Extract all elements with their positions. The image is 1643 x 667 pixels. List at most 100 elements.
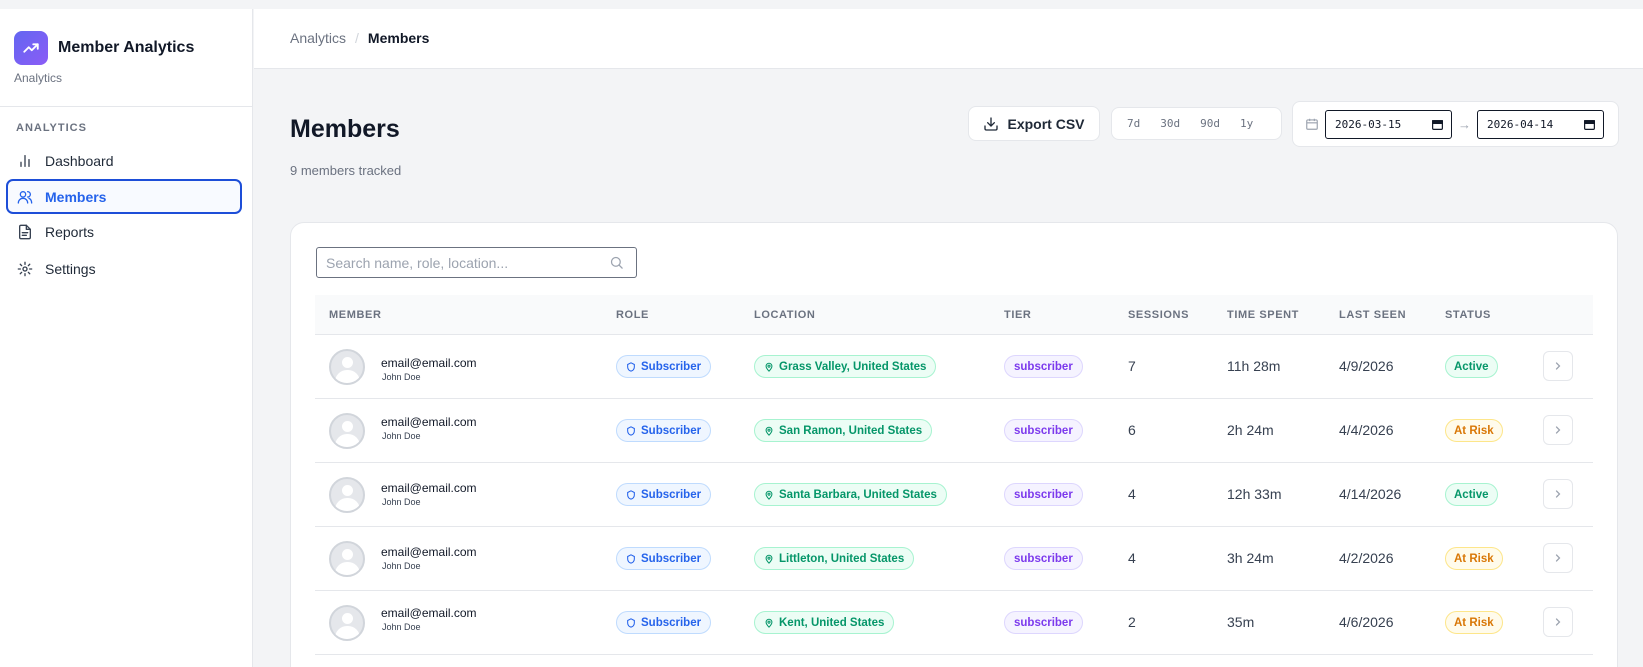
sessions-value: 2 bbox=[1128, 614, 1136, 630]
date-to-value: 2026-04-14 bbox=[1487, 118, 1554, 131]
location-label: Grass Valley, United States bbox=[779, 360, 927, 373]
location-badge: Kent, United States bbox=[754, 611, 895, 634]
column-header[interactable]: MEMBER bbox=[329, 309, 382, 321]
status-badge: At Risk bbox=[1445, 419, 1503, 442]
search-placeholder: Search name, role, location... bbox=[326, 254, 509, 271]
table-row[interactable]: email@email.com John Doe Subscriber San … bbox=[315, 399, 1593, 463]
sidebar-item-settings[interactable]: Settings bbox=[6, 251, 242, 286]
date-from-input[interactable]: 2026-03-15 bbox=[1325, 110, 1452, 139]
last-seen-value: 4/2/2026 bbox=[1339, 550, 1394, 566]
app-subtitle: Analytics bbox=[14, 71, 63, 85]
column-header[interactable]: LAST SEEN bbox=[1339, 309, 1406, 321]
calendar-icon[interactable] bbox=[1431, 118, 1444, 131]
document-icon bbox=[17, 224, 33, 240]
location-label: Santa Barbara, United States bbox=[779, 488, 937, 501]
export-csv-label: Export CSV bbox=[1007, 115, 1085, 132]
shield-icon bbox=[626, 489, 636, 500]
app-name: Member Analytics bbox=[58, 39, 195, 56]
status-badge: Active bbox=[1445, 483, 1498, 506]
date-range-picker: 2026-03-15 → 2026-04-14 bbox=[1292, 101, 1619, 147]
sessions-value: 6 bbox=[1128, 422, 1136, 438]
chevron-right-icon bbox=[1555, 426, 1561, 434]
table-row[interactable]: email@email.com John Doe Subscriber Gras… bbox=[315, 335, 1593, 399]
map-pin-icon bbox=[764, 426, 774, 436]
map-pin-icon bbox=[764, 490, 774, 500]
sidebar-item-members[interactable]: Members bbox=[6, 179, 242, 214]
page-title: Members bbox=[290, 115, 400, 143]
sidebar: Member Analytics Analytics ANALYTICS Das… bbox=[0, 9, 253, 667]
location-label: Littleton, United States bbox=[779, 552, 905, 565]
calendar-icon bbox=[1305, 117, 1319, 131]
range-1y-button[interactable]: 1y bbox=[1233, 117, 1260, 130]
sessions-value: 7 bbox=[1128, 358, 1136, 374]
last-seen-value: 4/9/2026 bbox=[1339, 358, 1394, 374]
avatar bbox=[329, 605, 365, 641]
member-email: email@email.com bbox=[381, 606, 477, 620]
row-details-button[interactable] bbox=[1543, 415, 1573, 445]
search-input[interactable]: Search name, role, location... bbox=[316, 247, 637, 278]
breadcrumb-parent[interactable]: Analytics bbox=[290, 30, 346, 46]
location-label: San Ramon, United States bbox=[779, 424, 923, 437]
date-to-input[interactable]: 2026-04-14 bbox=[1477, 110, 1604, 139]
time-spent-value: 3h 24m bbox=[1227, 550, 1274, 566]
date-from-value: 2026-03-15 bbox=[1335, 118, 1402, 131]
range-30d-button[interactable]: 30d bbox=[1153, 117, 1187, 130]
status-badge: Active bbox=[1445, 355, 1498, 378]
location-badge: Littleton, United States bbox=[754, 547, 915, 570]
breadcrumb-current: Members bbox=[367, 30, 430, 46]
role-badge: Subscriber bbox=[616, 355, 712, 378]
column-header[interactable]: LOCATION bbox=[754, 309, 815, 321]
chevron-right-icon bbox=[1555, 362, 1561, 370]
sidebar-item-dashboard[interactable]: Dashboard bbox=[6, 143, 242, 178]
column-header[interactable]: STATUS bbox=[1445, 309, 1491, 321]
column-header[interactable]: ROLE bbox=[616, 309, 649, 321]
member-name: John Doe bbox=[382, 372, 421, 382]
row-details-button[interactable] bbox=[1543, 607, 1573, 637]
export-csv-button[interactable]: Export CSV bbox=[968, 106, 1100, 141]
sidebar-section-label: ANALYTICS bbox=[16, 122, 87, 134]
role-badge: Subscriber bbox=[616, 419, 712, 442]
sidebar-item-label: Reports bbox=[45, 223, 95, 240]
member-name: John Doe bbox=[382, 431, 421, 441]
row-details-button[interactable] bbox=[1543, 479, 1573, 509]
map-pin-icon bbox=[764, 554, 774, 564]
member-email: email@email.com bbox=[381, 545, 477, 559]
range-selector: 7d 30d 90d 1y bbox=[1111, 107, 1282, 140]
arrow-right-icon: → bbox=[1458, 117, 1471, 132]
row-details-button[interactable] bbox=[1543, 543, 1573, 573]
map-pin-icon bbox=[764, 362, 774, 372]
table-row[interactable]: email@email.com John Doe Subscriber Kent… bbox=[315, 591, 1593, 655]
column-header[interactable]: TIER bbox=[1004, 309, 1031, 321]
chevron-right-icon bbox=[1555, 618, 1561, 626]
role-badge: Subscriber bbox=[616, 611, 712, 634]
column-header[interactable]: TIME SPENT bbox=[1227, 309, 1299, 321]
member-name: John Doe bbox=[382, 622, 421, 632]
chevron-right-icon bbox=[1555, 490, 1561, 498]
range-7d-button[interactable]: 7d bbox=[1120, 117, 1147, 130]
status-badge: At Risk bbox=[1445, 611, 1503, 634]
table-row[interactable]: email@email.com John Doe Subscriber Sant… bbox=[315, 463, 1593, 527]
range-90d-button[interactable]: 90d bbox=[1193, 117, 1227, 130]
role-label: Subscriber bbox=[641, 488, 702, 501]
sessions-value: 4 bbox=[1128, 550, 1136, 566]
calendar-icon[interactable] bbox=[1583, 118, 1596, 131]
column-header[interactable]: SESSIONS bbox=[1128, 309, 1189, 321]
row-details-button[interactable] bbox=[1543, 351, 1573, 381]
page-subtitle: 9 members tracked bbox=[290, 163, 402, 178]
role-label: Subscriber bbox=[641, 424, 702, 437]
brand[interactable]: Member Analytics bbox=[14, 31, 194, 65]
tier-badge: subscriber bbox=[1004, 483, 1083, 506]
sessions-value: 4 bbox=[1128, 486, 1136, 502]
role-badge: Subscriber bbox=[616, 547, 712, 570]
last-seen-value: 4/14/2026 bbox=[1339, 486, 1402, 502]
map-pin-icon bbox=[764, 618, 774, 628]
sidebar-item-reports[interactable]: Reports bbox=[6, 214, 242, 249]
role-label: Subscriber bbox=[641, 360, 702, 373]
location-label: Kent, United States bbox=[779, 616, 885, 629]
role-label: Subscriber bbox=[641, 552, 702, 565]
tier-badge: subscriber bbox=[1004, 419, 1083, 442]
top-strip bbox=[0, 0, 1643, 9]
table-row[interactable]: email@email.com John Doe Subscriber Litt… bbox=[315, 527, 1593, 591]
sidebar-item-label: Dashboard bbox=[45, 152, 114, 169]
download-icon bbox=[983, 116, 999, 132]
